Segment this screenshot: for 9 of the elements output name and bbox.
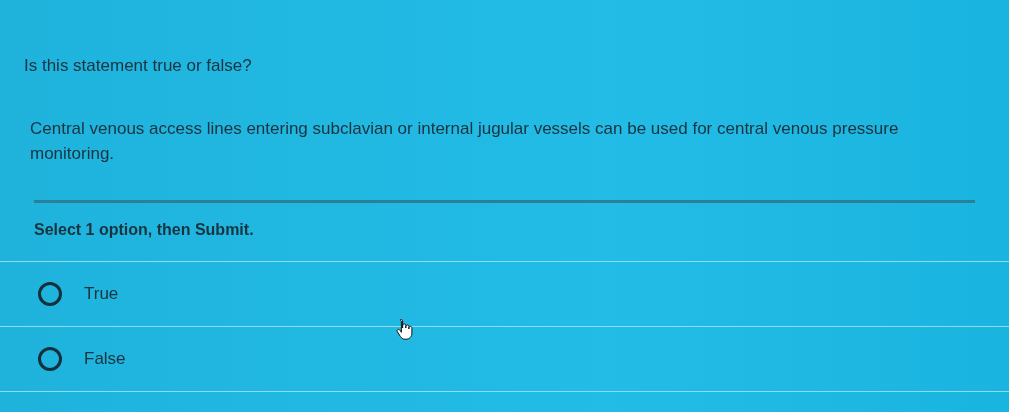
radio-button[interactable]: [38, 282, 62, 306]
radio-button[interactable]: [38, 347, 62, 371]
option-label: True: [84, 284, 119, 304]
instruction-text: Select 1 option, then Submit.: [33, 220, 255, 239]
statement-text: Central venous access lines entering subclavian or internal jugular vessels can be used for central venous pressure monitoring.: [29, 118, 900, 165]
hand-cursor-icon: [396, 318, 414, 340]
answer-option[interactable]: True: [0, 262, 1009, 327]
question-prompt: Is this statement true or false?: [23, 56, 253, 76]
option-label: False: [84, 349, 126, 369]
